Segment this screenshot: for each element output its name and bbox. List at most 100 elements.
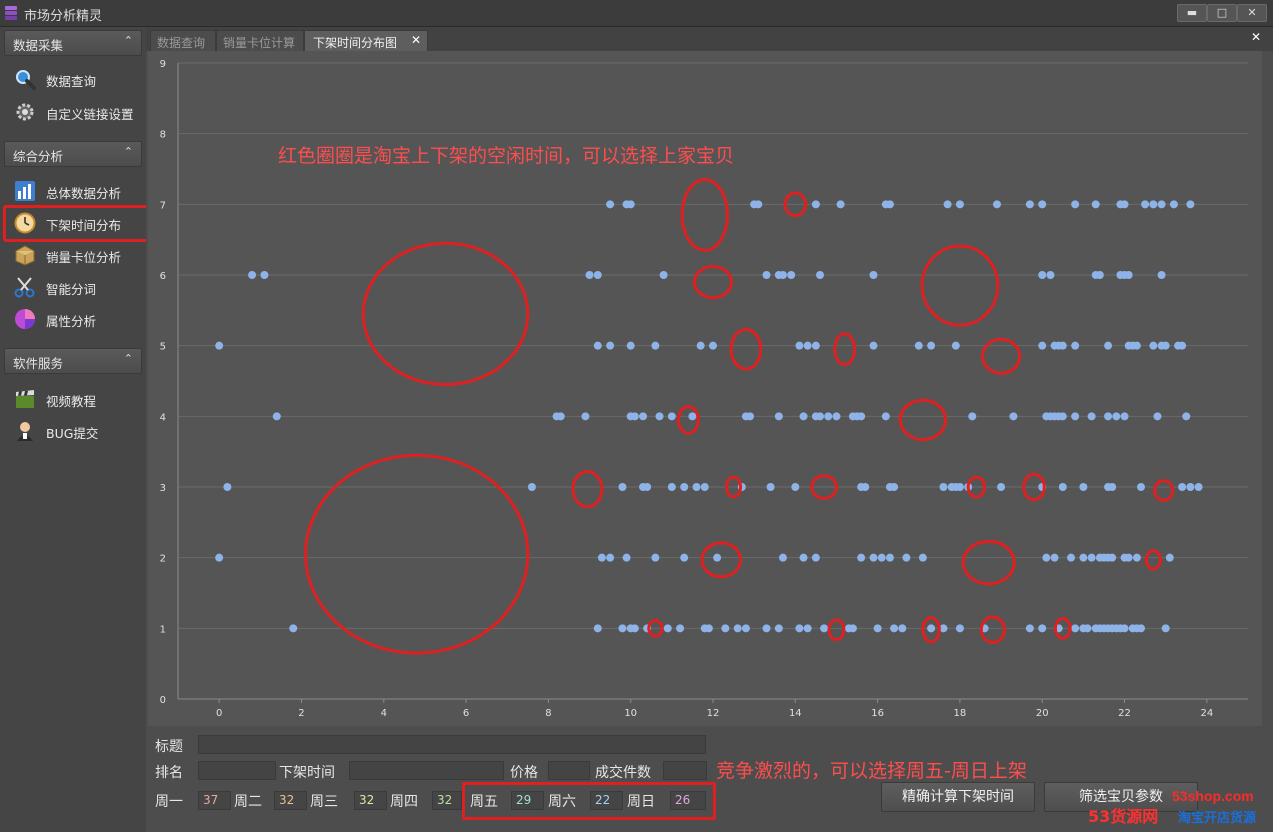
data-point (774, 624, 783, 633)
user-icon (17, 422, 33, 441)
section-header-services[interactable]: 软件服务 ⌃ (4, 348, 142, 374)
data-point (943, 200, 952, 209)
data-point (1079, 483, 1088, 491)
sidebar-item-sales-position[interactable]: 销量卡位分析 (8, 240, 158, 268)
data-point (762, 271, 771, 279)
sidebar: 数据采集 ⌃ 数据查询 自定义链接设置 综合分析 ⌃ 总体数据分析 下架时间分布… (0, 27, 146, 832)
tab-sales-calc[interactable]: 销量卡位计算 (216, 30, 304, 52)
clapper-icon (16, 390, 34, 408)
data-point (630, 624, 639, 633)
sidebar-item-attribute-analysis[interactable]: 属性分析 (8, 304, 158, 332)
data-point (778, 553, 787, 562)
data-point (1137, 483, 1145, 491)
data-point (1161, 341, 1170, 350)
data-point (1067, 553, 1076, 562)
data-point (1120, 412, 1129, 421)
deals-field[interactable] (663, 761, 707, 780)
day-count-mon[interactable]: 37 (198, 791, 231, 810)
x-tick-label: 4 (381, 708, 387, 719)
data-point (1157, 200, 1166, 209)
data-point (659, 271, 668, 279)
data-point (811, 553, 820, 562)
data-point (869, 271, 878, 279)
sidebar-item-label: BUG提交 (46, 426, 99, 441)
data-point (795, 624, 804, 633)
data-point (260, 271, 269, 279)
sidebar-item-overall-analysis[interactable]: 总体数据分析 (8, 176, 158, 204)
data-point (556, 412, 565, 421)
y-tick-label: 1 (160, 624, 166, 635)
section-header-data-collection[interactable]: 数据采集 ⌃ (4, 30, 142, 56)
tab-label: 数据查询 (157, 36, 206, 50)
data-point (820, 624, 829, 633)
data-point (778, 271, 787, 279)
minimize-button[interactable]: ▬ (1177, 4, 1207, 22)
data-point (918, 553, 927, 562)
sidebar-item-word-segmentation[interactable]: 智能分词 (8, 272, 158, 300)
data-point (1038, 341, 1047, 350)
price-field[interactable] (548, 761, 590, 780)
data-point (787, 271, 796, 279)
data-point (700, 483, 709, 491)
data-point (774, 412, 783, 421)
data-point (1087, 553, 1096, 562)
data-point (836, 200, 845, 209)
data-point (754, 200, 763, 209)
close-tab-icon[interactable]: ✕ (411, 33, 421, 47)
sidebar-item-data-query[interactable]: 数据查询 (8, 64, 158, 92)
data-point (803, 624, 812, 633)
box-icon (15, 245, 35, 266)
data-point (885, 200, 894, 209)
data-point (618, 624, 627, 633)
data-point (848, 624, 857, 633)
sidebar-item-video-tutorial[interactable]: 视频教程 (8, 384, 158, 412)
data-point (1186, 483, 1195, 491)
x-tick-label: 20 (1036, 708, 1049, 719)
sidebar-item-bug-report[interactable]: BUG提交 (8, 416, 158, 444)
tab-bar: 数据查询 销量卡位计算 下架时间分布图 ✕ ✕ (146, 27, 1273, 52)
data-point (955, 200, 964, 209)
calc-delist-time-button[interactable]: 精确计算下架时间 (881, 782, 1035, 812)
data-point (713, 553, 722, 562)
data-point (1058, 412, 1067, 421)
section-header-analysis[interactable]: 综合分析 ⌃ (4, 141, 142, 167)
x-tick-label: 6 (463, 708, 469, 719)
data-point (704, 624, 713, 633)
day-label-wed: 周三 (310, 794, 338, 810)
sidebar-item-label: 智能分词 (46, 282, 97, 297)
data-point (1178, 341, 1187, 350)
day-count-thu[interactable]: 32 (432, 791, 462, 810)
day-count-tue[interactable]: 32 (274, 791, 307, 810)
x-tick-label: 10 (624, 708, 637, 719)
data-point (667, 412, 676, 421)
data-point (1046, 271, 1055, 279)
chevron-up-icon: ⌃ (123, 145, 133, 158)
watermark-url: 53shop.com (1172, 788, 1254, 804)
data-point (824, 412, 833, 421)
data-point (869, 553, 878, 562)
tab-label: 销量卡位计算 (223, 36, 296, 50)
data-point (676, 624, 685, 633)
sidebar-item-custom-links[interactable]: 自定义链接设置 (8, 97, 158, 125)
day-count-wed[interactable]: 32 (354, 791, 387, 810)
tab-data-query[interactable]: 数据查询 (150, 30, 216, 52)
day-label-tue: 周二 (234, 794, 262, 810)
data-point (215, 341, 224, 350)
data-point (593, 624, 602, 633)
data-point (1124, 271, 1133, 279)
data-point (799, 412, 808, 421)
delist-time-field[interactable] (349, 761, 504, 780)
day-label-mon: 周一 (155, 794, 183, 810)
data-point (585, 271, 594, 279)
maximize-button[interactable]: □ (1207, 4, 1237, 22)
y-tick-label: 0 (160, 695, 166, 706)
data-point (1042, 553, 1051, 562)
close-window-button[interactable]: ✕ (1237, 4, 1267, 22)
title-field[interactable] (198, 735, 706, 754)
tab-delist-chart[interactable]: 下架时间分布图 ✕ (304, 30, 428, 52)
x-tick-label: 2 (298, 708, 304, 719)
close-panel-icon[interactable]: ✕ (1251, 30, 1261, 44)
rank-field[interactable] (198, 761, 276, 780)
data-point (795, 341, 804, 350)
data-point (803, 341, 812, 350)
